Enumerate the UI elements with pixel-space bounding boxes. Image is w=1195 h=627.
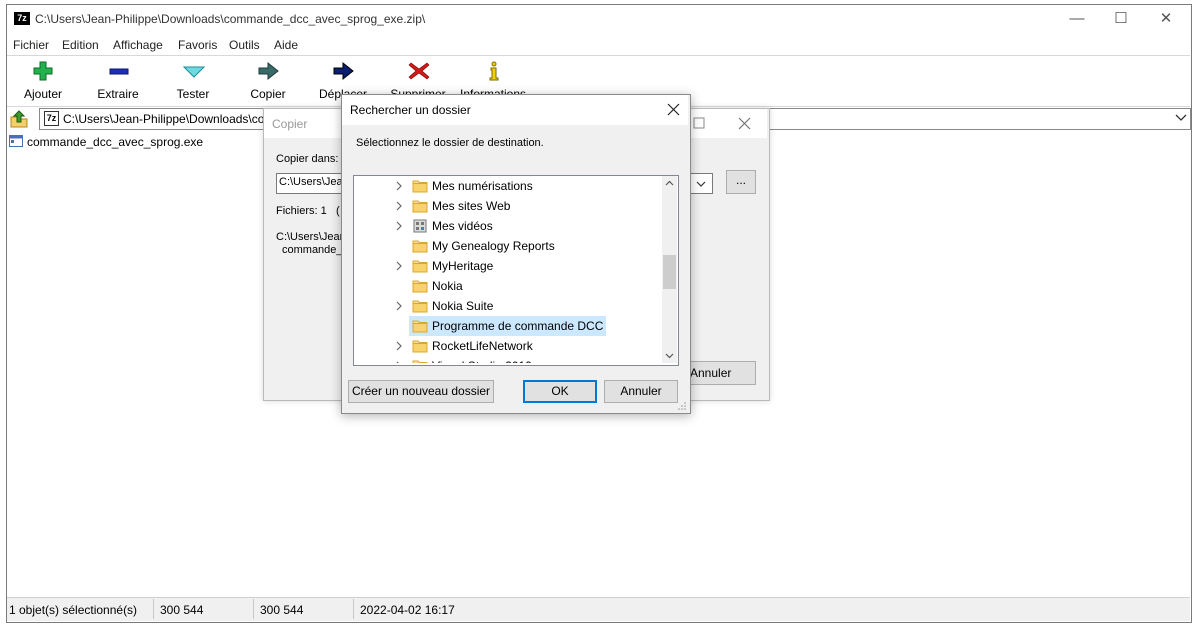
tree-item-label: Programme de commande DCC: [432, 319, 604, 333]
toolbar-label: Ajouter: [23, 87, 63, 101]
status-divider: [153, 599, 154, 619]
toolbar-copier-button[interactable]: Copier: [232, 57, 304, 103]
video-folder-icon: [413, 219, 427, 233]
toolbar-label: Tester: [176, 87, 210, 101]
folder-icon: [412, 340, 428, 353]
close-icon[interactable]: [738, 117, 751, 130]
copy-dialog-title: Copier: [272, 117, 308, 131]
menu-edition[interactable]: Edition: [62, 38, 99, 52]
toolbar-label: Extraire: [97, 87, 139, 101]
browse-instruction: Sélectionnez le dossier de destination.: [356, 137, 544, 149]
close-icon[interactable]: ✕: [1155, 10, 1177, 28]
tree-item-label: Nokia Suite: [432, 299, 494, 313]
status-modified: 2022-04-02 16:17: [360, 603, 455, 617]
chevron-right-icon[interactable]: [396, 261, 402, 271]
browse-dialog-title: Rechercher un dossier: [350, 103, 471, 117]
status-divider: [353, 599, 354, 619]
tree-item-label: MyHeritage: [432, 259, 494, 273]
tree-item-label: My Genealogy Reports: [432, 239, 555, 253]
status-packed: 300 544: [260, 603, 304, 617]
copy-arrow-icon: [258, 61, 279, 81]
tree-item[interactable]: My Genealogy Reports: [354, 236, 661, 256]
copy-files-paren: (: [336, 205, 340, 217]
toolbar-label: Copier: [250, 87, 286, 101]
folder-icon: [412, 200, 428, 213]
chevron-right-icon[interactable]: [396, 301, 402, 311]
minus-icon: [109, 68, 129, 75]
copy-to-label: Copier dans:: [276, 153, 339, 165]
tree-item[interactable]: Mes numérisations: [354, 176, 661, 196]
menu-affichage[interactable]: Affichage: [113, 38, 163, 52]
tree-item[interactable]: Visual Studio 2010: [354, 356, 661, 363]
new-folder-button[interactable]: Créer un nouveau dossier: [348, 380, 494, 403]
status-size: 300 544: [160, 603, 204, 617]
menu-favoris[interactable]: Favoris: [178, 38, 217, 52]
toolbar-tester-button[interactable]: Tester: [157, 57, 229, 103]
tree-item-label: Nokia: [432, 279, 463, 293]
maximize-icon[interactable]: ☐: [1110, 10, 1132, 28]
tree-item[interactable]: Nokia: [354, 276, 661, 296]
move-arrow-icon: [333, 61, 354, 81]
address-path: C:\Users\Jean-Philippe\Downloads\co: [63, 112, 265, 126]
tree-item-label: Mes numérisations: [432, 179, 533, 193]
check-icon: [183, 66, 205, 78]
plus-icon: [33, 61, 53, 81]
folder-icon: [412, 320, 428, 333]
tree-item-label: Mes sites Web: [432, 199, 511, 213]
chevron-right-icon[interactable]: [396, 221, 402, 231]
browse-button[interactable]: ...: [726, 170, 756, 194]
copy-combo-dropdown[interactable]: [689, 173, 713, 194]
status-selection: 1 objet(s) sélectionné(s): [9, 603, 138, 617]
resize-grip-icon[interactable]: [678, 402, 686, 410]
tree-item-label: RocketLifeNetwork: [432, 339, 533, 353]
archive-icon: 7z: [44, 111, 59, 126]
tree-item[interactable]: RocketLifeNetwork: [354, 336, 661, 356]
chevron-down-icon[interactable]: [1175, 114, 1187, 122]
folder-icon: [412, 180, 428, 193]
chevron-right-icon[interactable]: [396, 361, 402, 363]
menu-outils[interactable]: Outils: [229, 38, 260, 52]
copy-path-value: C:\Users\Jea: [279, 176, 343, 188]
folder-icon: [412, 300, 428, 313]
scrollbar-thumb[interactable]: [663, 255, 676, 289]
menu-aide[interactable]: Aide: [274, 38, 298, 52]
cancel-button[interactable]: Annuler: [604, 380, 678, 403]
folder-icon: [412, 260, 428, 273]
tree-item[interactable]: Nokia Suite: [354, 296, 661, 316]
list-item[interactable]: commande_dcc_avec_sprog.exe: [27, 135, 203, 149]
tree-item[interactable]: MyHeritage: [354, 256, 661, 276]
ok-button[interactable]: OK: [523, 380, 597, 403]
minimize-icon[interactable]: —: [1066, 10, 1088, 28]
tree-item-label: Mes vidéos: [432, 219, 493, 233]
chevron-right-icon[interactable]: [396, 181, 402, 191]
folder-icon: [412, 240, 428, 253]
chevron-right-icon[interactable]: [396, 201, 402, 211]
tree-item[interactable]: Mes vidéos: [354, 216, 661, 236]
app-7zip-icon: 7z: [14, 12, 30, 25]
tree-item[interactable]: Programme de commande DCC: [354, 316, 661, 336]
window-title: C:\Users\Jean-Philippe\Downloads\command…: [35, 12, 426, 26]
delete-x-icon: [408, 62, 430, 80]
info-icon: [489, 61, 499, 81]
tree-item[interactable]: Mes sites Web: [354, 196, 661, 216]
toolbar-extraire-button[interactable]: Extraire: [82, 57, 154, 103]
scroll-up-icon[interactable]: [665, 180, 674, 186]
exe-file-icon: [9, 135, 23, 147]
maximize-icon[interactable]: [693, 117, 705, 129]
close-icon[interactable]: [667, 103, 680, 116]
menu-fichier[interactable]: Fichier: [13, 38, 49, 52]
status-divider: [253, 599, 254, 619]
copy-cancel-label: Annuler: [690, 366, 732, 380]
tree-item-label: Visual Studio 2010: [432, 359, 532, 363]
folder-icon: [412, 280, 428, 293]
chevron-right-icon[interactable]: [396, 341, 402, 351]
up-folder-icon[interactable]: [10, 110, 28, 128]
scroll-down-icon[interactable]: [665, 353, 674, 359]
chevron-down-icon: [696, 181, 706, 187]
copy-files-count: Fichiers: 1: [276, 205, 327, 217]
copy-path-line: C:\Users\Jean: [276, 231, 346, 243]
copy-path-line: commande_c: [282, 244, 349, 256]
folder-icon: [412, 360, 428, 363]
toolbar-ajouter-button[interactable]: Ajouter: [7, 57, 79, 103]
